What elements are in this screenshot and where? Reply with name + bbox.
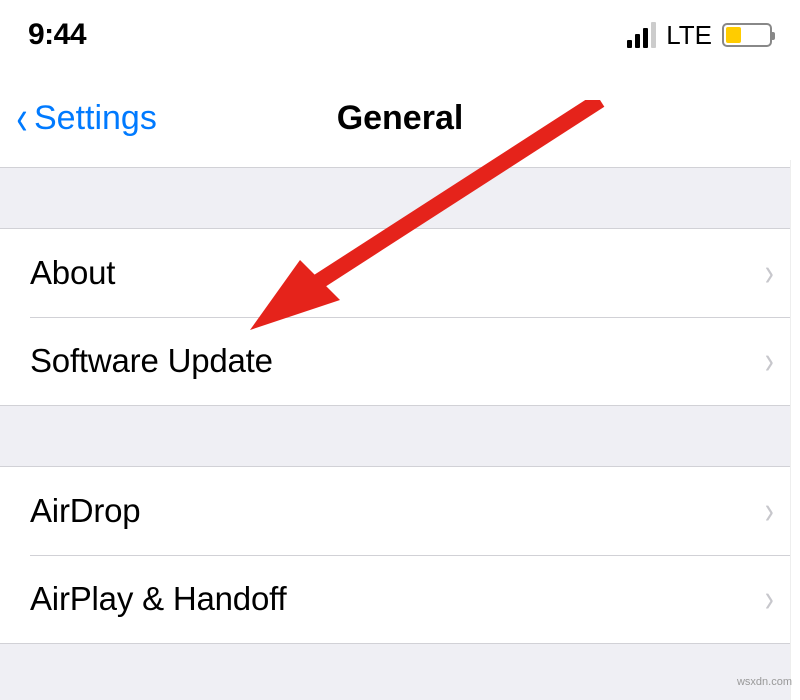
settings-section-2: AirDrop › AirPlay & Handoff ›: [0, 466, 800, 644]
row-label: About: [30, 254, 115, 292]
row-label: AirDrop: [30, 492, 140, 530]
cellular-signal-icon: [627, 22, 656, 48]
software-update-row[interactable]: Software Update ›: [0, 317, 800, 405]
battery-icon: [722, 23, 772, 47]
scroll-edge: [790, 160, 800, 700]
row-label: AirPlay & Handoff: [30, 580, 286, 618]
status-bar: 9:44 LTE: [0, 0, 800, 70]
watermark-text: wsxdn.com: [737, 676, 792, 688]
section-separator: [0, 168, 800, 228]
settings-section-1: About › Software Update ›: [0, 228, 800, 406]
airplay-handoff-row[interactable]: AirPlay & Handoff ›: [0, 555, 800, 643]
chevron-right-icon: ›: [765, 490, 774, 533]
chevron-right-icon: ›: [765, 252, 774, 295]
status-indicators: LTE: [627, 20, 772, 51]
airdrop-row[interactable]: AirDrop ›: [0, 467, 800, 555]
network-type-label: LTE: [666, 20, 712, 51]
about-row[interactable]: About ›: [0, 229, 800, 317]
chevron-right-icon: ›: [765, 578, 774, 621]
status-time: 9:44: [28, 18, 86, 52]
chevron-left-icon: ‹: [16, 95, 27, 143]
section-separator: [0, 406, 800, 466]
navigation-bar: ‹ Settings General: [0, 70, 800, 168]
back-button[interactable]: ‹ Settings: [14, 95, 157, 143]
back-button-label: Settings: [34, 99, 157, 138]
row-label: Software Update: [30, 342, 273, 380]
chevron-right-icon: ›: [765, 340, 774, 383]
